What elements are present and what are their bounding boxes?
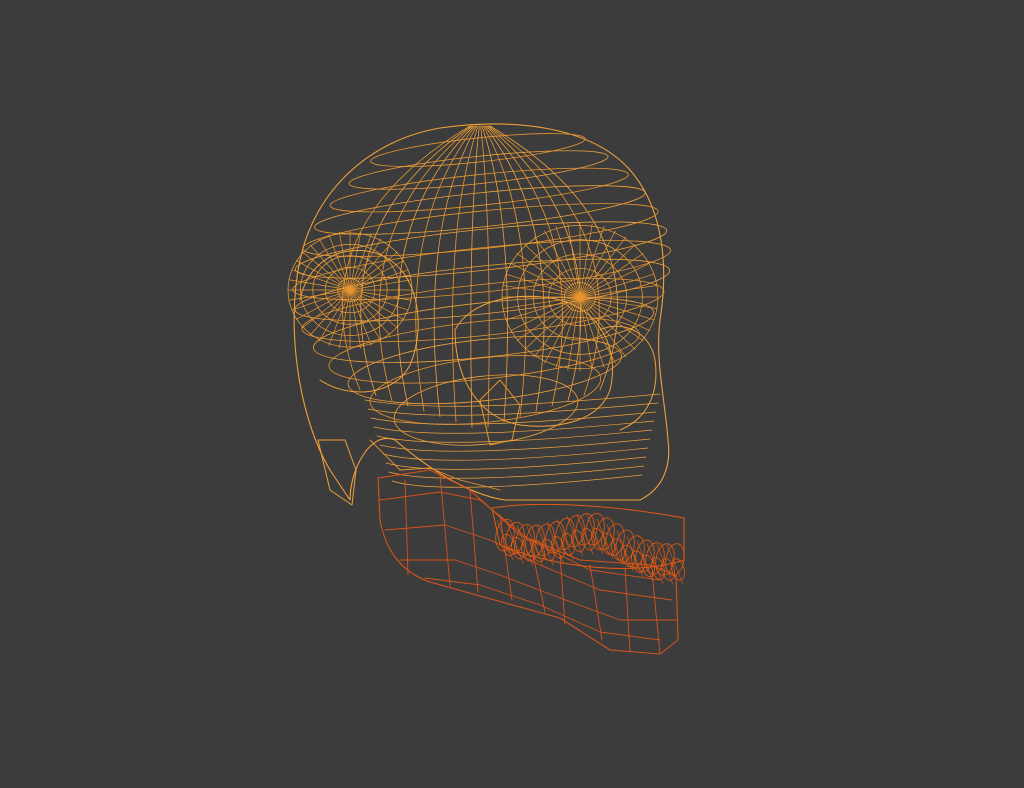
tooth-edge [616, 530, 634, 572]
tooth-edge [516, 525, 534, 566]
cranium-latitude-ring [369, 355, 602, 425]
right-eye-socket [505, 296, 581, 321]
tooth-edge [506, 522, 524, 564]
right-eye-socket [579, 296, 627, 358]
right-eye-socket [579, 296, 605, 368]
cranium-longitude-arc [342, 125, 471, 391]
tooth-edge [626, 536, 644, 577]
cranium-latitude-ring [295, 221, 668, 279]
cranium-longitude-arc [480, 125, 490, 428]
cranium-latitude-ring [328, 316, 640, 384]
cranium-latitude-ring [312, 297, 655, 363]
tooth-edge [576, 513, 594, 555]
cranium-latitude-ring [348, 150, 609, 190]
mandible-column-edge [559, 554, 566, 625]
tooth-edge [606, 524, 624, 565]
mandible-column-edge [651, 571, 661, 655]
tooth [605, 523, 625, 556]
3d-viewport[interactable] [0, 0, 1024, 788]
right-eye-socket [579, 296, 644, 341]
cranium-longitude-arc [470, 125, 480, 428]
cranium-latitude-ring [347, 335, 622, 405]
mandible-column-edge [404, 479, 409, 576]
mandible-row-edge [384, 524, 673, 601]
mandible-column-edge [624, 567, 631, 653]
mandible-outline [377, 469, 679, 655]
cranium-longitude-arc [482, 125, 527, 418]
mandible-column-edge [469, 489, 479, 593]
mandible-column-edge [499, 514, 513, 601]
right-eye-socket [533, 296, 581, 358]
mandible-wireframe [377, 469, 679, 655]
right-eye-socket [579, 236, 627, 298]
cranium-latitude-ring [329, 167, 629, 213]
skull-wireframe-model[interactable] [0, 0, 1024, 788]
right-eye-socket [579, 244, 636, 298]
cranium-wireframe [287, 123, 671, 506]
tooth [585, 512, 605, 546]
maxilla-lower-edge [369, 439, 501, 491]
tooth-edge [646, 543, 664, 584]
tooth [595, 517, 615, 551]
tooth-edge [596, 518, 614, 560]
mandible-column-edge [439, 473, 451, 587]
cranium-latitude-ring [370, 133, 586, 167]
right-eye-socket [524, 244, 581, 298]
right-eye-socket [579, 226, 605, 298]
right-eye-socket [505, 273, 581, 298]
tooth [615, 529, 635, 563]
mandible-row-edge [424, 577, 661, 641]
right-eye-socket [579, 253, 644, 298]
right-eye-socket [555, 296, 581, 368]
nasal-cavity [479, 379, 521, 446]
teeth-wireframe [491, 503, 685, 585]
tooth-edge [586, 513, 604, 555]
